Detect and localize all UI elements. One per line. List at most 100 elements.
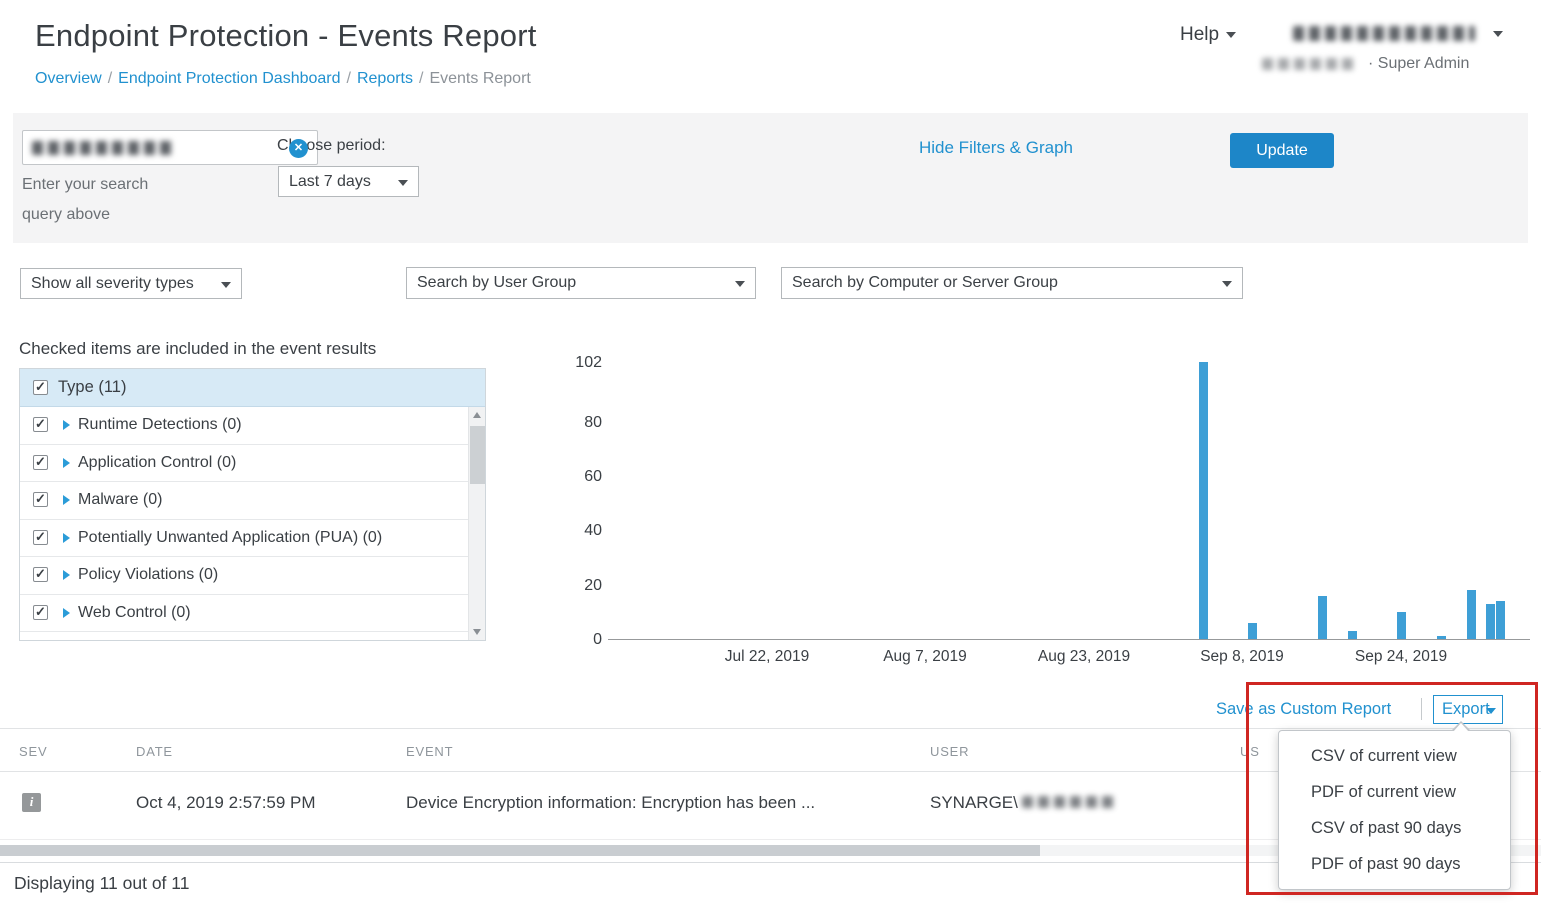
user-group-dropdown[interactable]: Search by User Group: [406, 267, 756, 299]
x-axis-label: Aug 7, 2019: [855, 648, 995, 666]
y-axis-label: 20: [552, 577, 602, 595]
scrollbar-thumb[interactable]: [470, 426, 485, 484]
checkbox[interactable]: [33, 455, 48, 470]
scroll-up-icon[interactable]: [469, 407, 486, 424]
expand-arrow-icon[interactable]: [63, 533, 70, 543]
period-select-value: Last 7 days: [289, 173, 371, 191]
checkbox[interactable]: [33, 530, 48, 545]
export-menu-item[interactable]: CSV of past 90 days: [1279, 810, 1510, 846]
chart-bar: [1199, 362, 1208, 639]
checkbox[interactable]: [33, 567, 48, 582]
user-role: · Super Admin: [1368, 55, 1469, 73]
chart-bar: [1486, 604, 1495, 639]
breadcrumb: Overview / Endpoint Protection Dashboard / R…: [35, 70, 531, 88]
list-item[interactable]: Malware (0): [20, 482, 468, 520]
y-axis-label: 0: [552, 631, 602, 649]
clear-search-icon[interactable]: [289, 139, 308, 158]
chart-bar: [1496, 601, 1505, 639]
chart-bar: [1348, 631, 1357, 639]
period-select[interactable]: Last 7 days: [278, 166, 419, 197]
chart-bar: [1318, 596, 1327, 639]
help-label: Help: [1180, 24, 1219, 45]
list-item[interactable]: Runtime Detections (0): [20, 407, 468, 445]
export-menu-item[interactable]: CSV of current view: [1279, 738, 1510, 774]
breadcrumb-item[interactable]: Endpoint Protection Dashboard: [118, 70, 340, 87]
chart-bar: [1397, 612, 1406, 639]
chevron-down-icon[interactable]: [1493, 31, 1503, 37]
event-type-filter-panel: Type (11) Runtime Detections (0) Applicat…: [19, 368, 486, 641]
chevron-down-icon: [221, 282, 231, 288]
column-header[interactable]: USER: [930, 744, 969, 759]
checkbox[interactable]: [33, 417, 48, 432]
checkbox[interactable]: [33, 605, 48, 620]
cell-user-visible: SYNARGE\: [930, 793, 1018, 812]
scroll-down-icon[interactable]: [469, 623, 486, 640]
y-axis-label: 60: [552, 468, 602, 486]
user-name-redacted[interactable]: [1293, 26, 1475, 41]
breadcrumb-separator: /: [347, 70, 351, 87]
horizontal-scrollbar-thumb[interactable]: [0, 845, 1040, 856]
expand-arrow-icon[interactable]: [63, 495, 70, 505]
list-item-label: Web Control (0): [78, 604, 191, 622]
menu-notch: [1453, 723, 1469, 732]
type-group-label: Type (11): [58, 378, 126, 397]
redacted-user: [1022, 796, 1114, 808]
computer-group-placeholder: Search by Computer or Server Group: [792, 274, 1058, 292]
expand-arrow-icon[interactable]: [63, 420, 70, 430]
x-axis-label: Aug 23, 2019: [1014, 648, 1154, 666]
chart-bar: [1248, 623, 1257, 639]
results-count: Displaying 11 out of 11: [14, 873, 189, 894]
x-axis-label: Sep 8, 2019: [1172, 648, 1312, 666]
chart-x-axis: Jul 22, 2019 Aug 7, 2019 Aug 23, 2019 Sep 8…: [608, 648, 1530, 670]
event-type-list: Runtime Detections (0) Application Contro…: [20, 407, 468, 641]
help-menu[interactable]: Help: [1180, 24, 1236, 46]
update-button[interactable]: Update: [1230, 133, 1334, 168]
list-item-label: Application Control (0): [78, 454, 236, 472]
column-header[interactable]: EVENT: [406, 744, 453, 759]
list-item[interactable]: Web Control (0): [20, 595, 468, 633]
column-header[interactable]: US: [1240, 744, 1260, 759]
expand-arrow-icon[interactable]: [63, 608, 70, 618]
chevron-down-icon: [1222, 281, 1232, 287]
list-item[interactable]: Application Control (0): [20, 445, 468, 483]
computer-server-group-dropdown[interactable]: Search by Computer or Server Group: [781, 267, 1243, 299]
export-menu-item[interactable]: PDF of past 90 days: [1279, 846, 1510, 882]
search-hint-line1: Enter your search: [22, 176, 148, 194]
breadcrumb-item[interactable]: Overview: [35, 70, 102, 87]
checkbox[interactable]: [33, 492, 48, 507]
list-item-label: Runtime Detections (0): [78, 416, 242, 434]
list-item-label: Policy Violations (0): [78, 566, 218, 584]
breadcrumb-separator: /: [419, 70, 423, 87]
column-header[interactable]: DATE: [136, 744, 173, 759]
hide-filters-graph-link[interactable]: Hide Filters & Graph: [919, 138, 1073, 158]
breadcrumb-item[interactable]: Reports: [357, 70, 413, 87]
chevron-down-icon: [1226, 32, 1236, 38]
type-group-header[interactable]: Type (11): [20, 369, 485, 407]
list-item-partial[interactable]: [20, 632, 468, 641]
divider: [0, 728, 1541, 729]
list-item-label: Malware (0): [78, 491, 162, 509]
events-report-page: Endpoint Protection - Events Report Over…: [0, 0, 1541, 903]
list-item-label: Potentially Unwanted Application (PUA) (…: [78, 529, 382, 547]
type-group-checkbox[interactable]: [33, 380, 48, 395]
export-menu-item[interactable]: PDF of current view: [1279, 774, 1510, 810]
checked-items-heading: Checked items are included in the event …: [19, 339, 376, 359]
cell-event: Device Encryption information: Encryptio…: [406, 793, 815, 813]
list-scrollbar[interactable]: [468, 407, 485, 640]
chart-bar: [1467, 590, 1476, 639]
expand-arrow-icon[interactable]: [63, 570, 70, 580]
divider: [1421, 698, 1422, 720]
list-item[interactable]: Policy Violations (0): [20, 557, 468, 595]
save-custom-report-link[interactable]: Save as Custom Report: [1216, 700, 1391, 719]
search-query-redacted: [32, 141, 174, 155]
severity-type-dropdown[interactable]: Show all severity types: [20, 268, 242, 299]
column-header[interactable]: SEV: [19, 744, 47, 759]
export-label: Export: [1442, 700, 1490, 719]
x-axis-label: Jul 22, 2019: [697, 648, 837, 666]
list-item[interactable]: Potentially Unwanted Application (PUA) (…: [20, 520, 468, 558]
chevron-down-icon: [1486, 708, 1496, 714]
expand-arrow-icon[interactable]: [63, 458, 70, 468]
cell-user: SYNARGE\: [930, 793, 1114, 813]
export-button[interactable]: Export: [1433, 695, 1503, 724]
user-group-placeholder: Search by User Group: [417, 274, 576, 292]
